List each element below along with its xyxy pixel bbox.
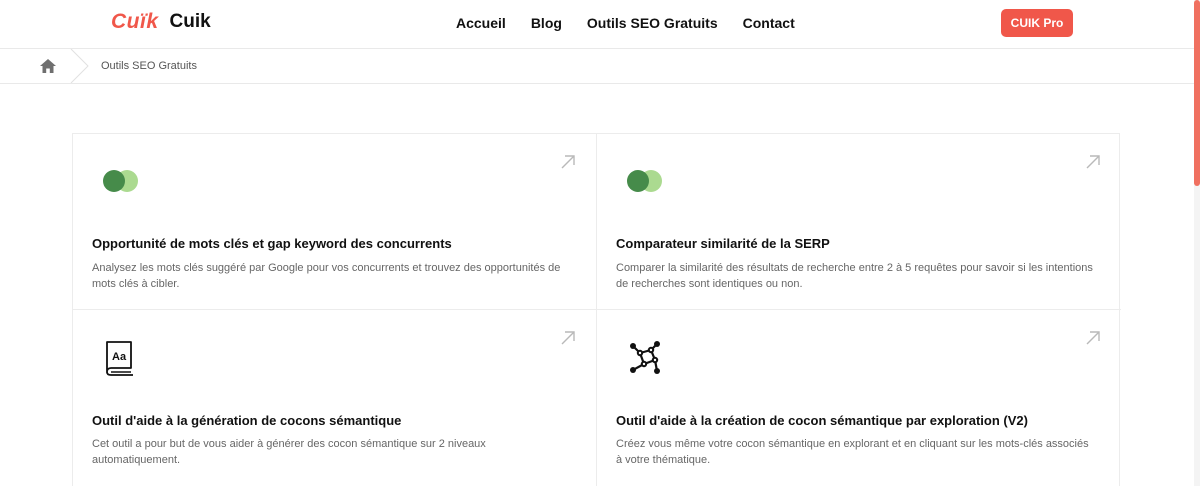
nav-blog[interactable]: Blog — [531, 15, 562, 31]
network-nodes-icon — [630, 341, 660, 374]
home-icon[interactable] — [40, 59, 56, 73]
card-description: Comparer la similarité des résultats de … — [616, 262, 1093, 290]
breadcrumb: Outils SEO Gratuits — [0, 48, 1200, 84]
external-arrow-icon — [1086, 155, 1100, 169]
nav-contact[interactable]: Contact — [743, 15, 795, 31]
breadcrumb-separator-icon — [70, 49, 89, 83]
breadcrumb-current[interactable]: Outils SEO Gratuits — [101, 60, 197, 72]
nav-outils-seo[interactable]: Outils SEO Gratuits — [587, 15, 718, 31]
tools-grid: Opportunité de mots clés et gap keyword … — [72, 133, 1121, 486]
cuik-pro-button[interactable]: CUIK Pro — [1001, 9, 1073, 37]
card-description: Analysez les mots clés suggéré par Googl… — [92, 262, 561, 290]
external-arrow-icon — [561, 155, 575, 169]
card-description: Cet outil a pour but de vous aider à gén… — [92, 438, 486, 466]
card-title[interactable]: Opportunité de mots clés et gap keyword … — [92, 236, 572, 251]
tool-card-cocon-exploration[interactable]: Outil d'aide à la création de cocon séma… — [597, 310, 1121, 486]
overlap-circles-icon — [103, 170, 139, 192]
overlap-circles-icon — [627, 170, 663, 192]
card-title[interactable]: Comparateur similarité de la SERP — [616, 236, 1096, 251]
logo-text: Cuik — [169, 11, 211, 32]
external-arrow-icon — [561, 331, 575, 345]
external-arrow-icon — [1086, 331, 1100, 345]
card-description: Créez vous même votre cocon sémantique e… — [616, 438, 1089, 466]
logo-mark: Cuïk — [111, 10, 159, 33]
card-title[interactable]: Outil d'aide à la génération de cocons s… — [92, 413, 572, 428]
main-nav: Accueil Blog Outils SEO Gratuits Contact — [456, 15, 820, 31]
site-header: Cuïk Cuik Accueil Blog Outils SEO Gratui… — [0, 0, 1200, 48]
dictionary-book-icon: Aa — [106, 341, 133, 376]
nav-accueil[interactable]: Accueil — [456, 15, 506, 31]
scrollbar-thumb[interactable] — [1194, 0, 1200, 186]
site-logo[interactable]: Cuïk Cuik — [111, 10, 211, 34]
tool-card-serp-similarity[interactable]: Comparateur similarité de la SERP Compar… — [597, 134, 1121, 310]
tool-card-cocon-generation[interactable]: Aa Outil d'aide à la génération de cocon… — [73, 310, 597, 486]
svg-text:Aa: Aa — [112, 351, 127, 363]
page-scrollbar[interactable] — [1194, 0, 1200, 486]
tool-card-keyword-gap[interactable]: Opportunité de mots clés et gap keyword … — [73, 134, 597, 310]
card-title[interactable]: Outil d'aide à la création de cocon séma… — [616, 413, 1096, 428]
